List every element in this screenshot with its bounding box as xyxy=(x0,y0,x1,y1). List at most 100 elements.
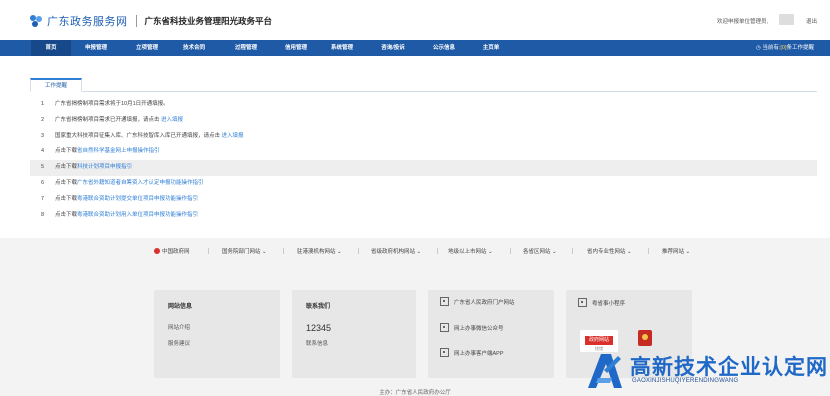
notice-list: 1 广东省揭榜制项目需求将于10月1日开通填报。 2 广东省揭榜制项目需求已开通… xyxy=(30,97,817,223)
footer-link-label: 推荐网站 xyxy=(662,249,685,255)
hotline-number: 12345 xyxy=(306,323,332,333)
item-number: 7 xyxy=(41,195,45,202)
item-link[interactable]: 进入填报 xyxy=(222,133,244,139)
site-logo[interactable]: 广东政务服务网 广东省科技业务管理阳光政务平台 xyxy=(30,13,272,29)
footer-link-provincial[interactable]: 省级政府机构网站 ⌄ xyxy=(371,247,421,255)
welcome-text: 欢迎申报单位管理员, xyxy=(716,19,768,25)
main-nav: 首页 申报管理 立项管理 技术合同 过程管理 信用管理 系统管理 咨询/投诉 公… xyxy=(0,40,830,56)
list-item: 1 广东省揭榜制项目需求将于10月1日开通填报。 xyxy=(30,97,817,113)
item-number: 5 xyxy=(41,164,45,171)
item-text: 国家重大科技项目征集入库、广东科技智库入库已开通填报，请点击 xyxy=(55,132,221,139)
contact-info-link[interactable]: 联系信息 xyxy=(306,339,328,347)
qr-code-icon xyxy=(440,297,449,306)
avatar[interactable] xyxy=(779,14,794,25)
item-text: 点击下载 xyxy=(55,195,78,202)
site-name: 广东政务服务网 xyxy=(47,16,128,28)
footer-link-hk-macao[interactable]: 驻港澳机构网站 ⌄ xyxy=(297,247,342,255)
list-item: 4 点击下载省自然科学基金网上申报操作指引 xyxy=(30,144,817,160)
item-link[interactable]: 省自然科学基金网上申报操作指引 xyxy=(77,148,160,154)
divider xyxy=(283,248,284,254)
divider xyxy=(437,248,438,254)
item-link[interactable]: 进入填报 xyxy=(161,117,183,123)
qr-link-label: 网上办事客户端APP xyxy=(454,350,504,357)
nav-item-credit[interactable]: 信用管理 xyxy=(274,40,318,56)
miniapp-label: 粤省事小程序 xyxy=(592,300,626,307)
qr-link-app[interactable]: 网上办事客户端APP xyxy=(440,348,504,357)
list-item: 2 广东省揭榜制项目需求已开通填报，请点击 进入填报 xyxy=(30,113,817,129)
item-text: 点击下载 xyxy=(55,148,78,155)
item-text: 点击下载 xyxy=(55,211,78,218)
footer-link-label: 中国政府网 xyxy=(162,249,190,255)
divider xyxy=(648,248,649,254)
footer-link-label: 省级政府机构网站 xyxy=(371,249,416,255)
reminder-count[interactable]: ◷ 当前有:[0]条工作提醒 xyxy=(756,40,814,56)
logout-link[interactable]: 退出 xyxy=(806,17,817,25)
watermark-subtitle: GAOXINJISHUQIYERENDINGWANG xyxy=(632,378,739,384)
qr-link-label: 网上办事微信公众号 xyxy=(454,325,504,332)
list-item: 5 点击下载科技计划项目申报指引 xyxy=(30,160,817,176)
reminder-prefix: 当前有: xyxy=(762,45,781,51)
item-link[interactable]: 粤港联合资助计划用入单位项目申报功能操作指引 xyxy=(77,212,198,218)
emblem-icon xyxy=(154,248,160,254)
party-emblem-badge[interactable] xyxy=(638,330,652,346)
item-link[interactable]: 粤港联合资助计划提交单位项目申报功能操作指引 xyxy=(77,196,198,202)
item-text: 点击下载 xyxy=(55,164,78,171)
item-number: 4 xyxy=(41,148,45,155)
footer-link-recommended[interactable]: 推荐网站 ⌄ xyxy=(662,247,690,255)
site-header: 广东政务服务网 广东省科技业务管理阳光政务平台 欢迎申报单位管理员, 退出 xyxy=(0,0,830,40)
footer-link-state-council[interactable]: 国务院部门网站 ⌄ xyxy=(222,247,267,255)
footer-link-professional[interactable]: 省内专业性网站 ⌄ xyxy=(587,247,632,255)
site-intro-link[interactable]: 网站介绍 xyxy=(168,323,190,331)
platform-title: 广东省科技业务管理阳光政务平台 xyxy=(144,16,273,26)
item-number: 6 xyxy=(41,179,45,186)
item-link[interactable]: 科技计划项目申报指引 xyxy=(77,164,132,170)
nav-item-project[interactable]: 立项管理 xyxy=(127,40,167,56)
item-link[interactable]: 广东省外籍知道者自筹资入才认定申报功能操作指引 xyxy=(77,180,204,186)
qr-code-icon xyxy=(578,298,587,307)
nav-item-application[interactable]: 申报管理 xyxy=(76,40,116,56)
contact-title: 联系我们 xyxy=(306,304,331,310)
tab-bar: 工作提醒 xyxy=(30,78,817,92)
item-text: 广东省揭榜制项目需求已开通填报，请点击 xyxy=(55,116,160,123)
logo-icon xyxy=(30,14,43,28)
tab-work-reminder[interactable]: 工作提醒 xyxy=(30,78,82,92)
item-text: 广东省揭榜制项目需求将于10月1日开通填报。 xyxy=(55,101,169,107)
nav-item-contract[interactable]: 技术合同 xyxy=(172,40,216,56)
nav-item-publicity[interactable]: 公示信息 xyxy=(422,40,466,56)
qr-links-box: 广东省人民政府门户网站 网上办事微信公众号 网上办事客户端APP xyxy=(428,290,554,378)
qr-link-portal[interactable]: 广东省人民政府门户网站 xyxy=(440,297,515,306)
divider xyxy=(572,248,573,254)
footer-link-label: 各省区网站 xyxy=(523,249,551,255)
list-item: 3 国家重大科技项目征集入库、广东科技智库入库已开通填报，请点击 进入填报 xyxy=(30,129,817,145)
nav-item-consult[interactable]: 咨询/投诉 xyxy=(369,40,417,56)
nav-item-menu[interactable]: 主页单 xyxy=(469,40,513,56)
item-number: 1 xyxy=(41,101,45,107)
footer-link-label: 驻港澳机构网站 xyxy=(297,249,336,255)
badge-label: 政府网站 xyxy=(585,336,613,345)
watermark: 高新技术企业认定网 GAOXINJISHUQIYERENDINGWANG xyxy=(584,350,827,392)
site-info-box: 网站信息 网站介绍 服务建议 xyxy=(154,290,280,378)
footer-link-gov[interactable]: 中国政府网 xyxy=(154,247,190,255)
item-number: 2 xyxy=(41,116,45,123)
miniapp-link[interactable]: 粤省事小程序 xyxy=(578,298,625,307)
reminder-suffix: 条工作提醒 xyxy=(786,45,814,51)
footer-link-provinces[interactable]: 各省区网站 ⌄ xyxy=(523,247,557,255)
divider xyxy=(208,248,209,254)
list-item: 7 点击下载粤港联合资助计划提交单位项目申报功能操作指引 xyxy=(30,192,817,208)
footer-link-cities[interactable]: 地级以上市网站 ⌄ xyxy=(448,247,493,255)
contact-box: 联系我们 12345 联系信息 xyxy=(292,290,416,378)
nav-item-home[interactable]: 首页 xyxy=(31,40,71,56)
footer-link-label: 国务院部门网站 xyxy=(222,249,261,255)
divider xyxy=(358,248,359,254)
list-item: 8 点击下载粤港联合资助计划用入单位项目申报功能操作指引 xyxy=(30,208,817,224)
nav-item-system[interactable]: 系统管理 xyxy=(320,40,364,56)
qr-code-icon xyxy=(440,348,449,357)
gov-site-error-badge[interactable]: 政府网站 找错 xyxy=(580,330,618,352)
site-info-title: 网站信息 xyxy=(168,304,193,310)
nav-item-process[interactable]: 过程管理 xyxy=(224,40,268,56)
footer-link-label: 地级以上市网站 xyxy=(448,249,487,255)
item-number: 3 xyxy=(41,132,45,139)
service-advice-link[interactable]: 服务建议 xyxy=(168,339,190,347)
footer-links: 中国政府网 国务院部门网站 ⌄ 驻港澳机构网站 ⌄ 省级政府机构网站 ⌄ 地级以… xyxy=(0,247,830,259)
qr-link-wechat[interactable]: 网上办事微信公众号 xyxy=(440,323,504,332)
